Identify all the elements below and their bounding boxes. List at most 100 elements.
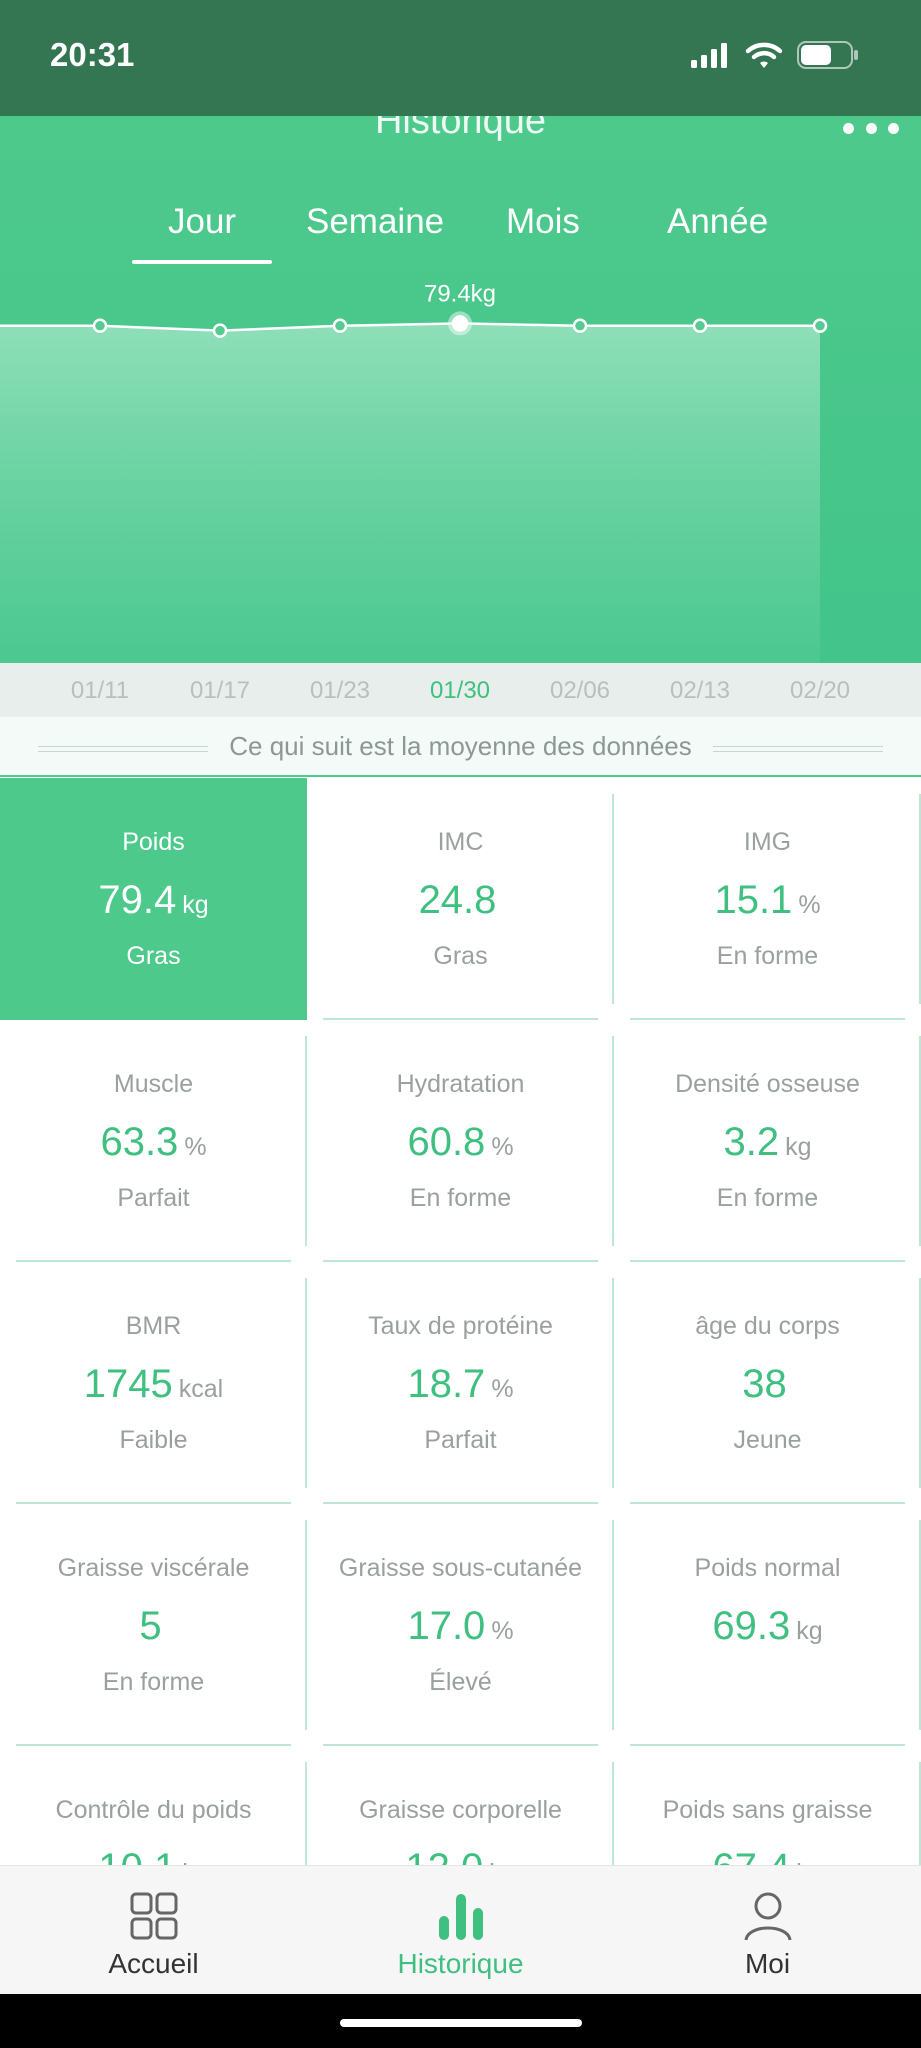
chart-x-tick[interactable]: 02/06 <box>530 677 630 705</box>
person-icon <box>744 1892 791 1941</box>
metric-value: 63.3 <box>100 1120 179 1164</box>
more-options-button[interactable] <box>843 116 899 140</box>
tabbar-item-history[interactable]: Historique <box>307 1866 614 1995</box>
metric-label: Densité osseuse <box>675 1070 860 1098</box>
chart-point[interactable] <box>812 318 828 334</box>
metrics-grid: Poids 79.4 kg Gras IMC 24.8 Gras IMG 15.1% En for… <box>0 778 921 1865</box>
metric-label: Graisse viscérale <box>57 1554 250 1582</box>
metric-value-row: 60.8% <box>307 1120 614 1165</box>
chart-point[interactable] <box>332 318 348 334</box>
metric-unit: kcal <box>178 1375 224 1403</box>
metric-card[interactable]: Graisse corporelle 12.0kg <box>307 1746 614 1865</box>
battery-icon <box>797 41 858 69</box>
metric-status: En forme <box>409 1184 512 1212</box>
tabbar-item-me[interactable]: Moi <box>614 1866 921 1995</box>
metric-card[interactable]: âge du corps 38 Jeune <box>614 1262 921 1504</box>
chart-x-tick[interactable]: 01/23 <box>290 677 390 705</box>
bar-chart-icon <box>438 1894 483 1940</box>
chart-x-tick[interactable]: 02/13 <box>650 677 750 705</box>
metric-card[interactable]: Contrôle du poids 10.1kg <box>0 1746 307 1865</box>
status-bar: 20:31 <box>0 0 921 116</box>
grid-icon <box>130 1892 177 1940</box>
metric-status: Élevé <box>429 1668 492 1696</box>
chart-point[interactable] <box>451 315 469 332</box>
chart-x-tick[interactable]: 01/17 <box>170 677 270 705</box>
metric-card[interactable]: Graisse sous-cutanée 17.0% Élevé <box>307 1504 614 1746</box>
chart-point[interactable] <box>572 318 588 334</box>
metric-value: 3.2 <box>723 1120 780 1164</box>
metric-value-row: 3.2 kg <box>614 1120 921 1165</box>
metric-value-row: 5 <box>0 1604 307 1649</box>
metric-value-row: 69.3 kg <box>614 1604 921 1649</box>
metric-card[interactable]: Muscle 63.3% Parfait <box>0 1020 307 1262</box>
metric-label: IMG <box>743 828 792 856</box>
chart-x-tick[interactable]: 01/11 <box>50 677 150 705</box>
home-indicator-area <box>0 1994 921 2048</box>
home-indicator <box>340 2019 582 2027</box>
metric-card[interactable]: Poids 79.4 kg Gras <box>0 778 307 1020</box>
metric-value: 1745 <box>83 1362 173 1406</box>
tab-week[interactable]: Semaine <box>306 202 444 242</box>
metric-value: 79.4 <box>98 878 177 922</box>
metric-label: IMC <box>437 828 484 856</box>
metric-value-row: 18.7% <box>307 1362 614 1407</box>
metric-status: Faible <box>119 1426 188 1454</box>
metric-value: 10.1 <box>98 1846 176 1865</box>
metric-unit: kg <box>182 891 209 919</box>
metric-label: Graisse corporelle <box>359 1796 562 1824</box>
chart-x-axis: 01/11 01/17 01/23 01/30 02/06 02/13 02/20 <box>0 663 921 717</box>
chart-point[interactable] <box>212 323 228 338</box>
cellular-signal-icon <box>691 43 727 68</box>
tab-day[interactable]: Jour <box>131 202 273 264</box>
tab-month[interactable]: Mois <box>506 202 580 242</box>
metric-value: 69.3 <box>712 1604 791 1648</box>
metric-card[interactable]: Poids sans graisse 67.4kg <box>614 1746 921 1865</box>
tabbar-label-me: Moi <box>744 1948 791 1979</box>
metric-unit: % <box>184 1133 207 1161</box>
metric-value-row: 24.8 <box>307 878 614 923</box>
metric-card[interactable]: Hydratation 60.8% En forme <box>307 1020 614 1262</box>
wifi-icon <box>745 42 783 68</box>
metric-value: 67.4 <box>712 1846 790 1865</box>
more-dot-icon <box>843 122 854 134</box>
metric-card[interactable]: Poids normal 69.3 kg <box>614 1504 921 1746</box>
chart-selected-value-label: 79.4kg <box>424 280 496 307</box>
more-dot-icon <box>888 122 899 134</box>
metric-status: Parfait <box>424 1426 497 1454</box>
metric-label: Poids sans graisse <box>662 1796 873 1824</box>
metric-value-row: 38 <box>614 1362 921 1407</box>
metric-value-row: 17.0% <box>307 1604 614 1649</box>
metric-label: Muscle <box>113 1070 194 1098</box>
metric-card[interactable]: IMG 15.1% En forme <box>614 778 921 1020</box>
metric-card[interactable]: IMC 24.8 Gras <box>307 778 614 1020</box>
metric-unit: kg <box>785 1133 812 1161</box>
chart-point[interactable] <box>92 318 108 334</box>
tab-year[interactable]: Année <box>667 202 768 242</box>
chart-point[interactable] <box>692 318 708 334</box>
metric-status: En forme <box>716 1184 819 1212</box>
metric-value-row: 63.3% <box>0 1120 307 1165</box>
metric-unit: kg <box>796 1617 823 1645</box>
weight-chart[interactable]: 79.4kg <box>0 263 921 663</box>
chart-area <box>0 323 820 663</box>
history-header: Historique Jour Semaine Mois Année 79.4k… <box>0 116 921 663</box>
metric-card[interactable]: Densité osseuse 3.2 kg En forme <box>614 1020 921 1262</box>
metric-value: 17.0 <box>407 1604 486 1648</box>
metric-value-row: 15.1% <box>614 878 921 923</box>
metric-label: Taux de protéine <box>368 1312 553 1340</box>
metric-value: 15.1 <box>714 878 793 922</box>
metric-card[interactable]: BMR 1745 kcal Faible <box>0 1262 307 1504</box>
chart-x-tick[interactable]: 01/30 <box>410 677 510 705</box>
tabbar-item-home[interactable]: Accueil <box>0 1866 307 1995</box>
chart-x-tick[interactable]: 02/20 <box>770 677 870 705</box>
metric-card[interactable]: Graisse viscérale 5 En forme <box>0 1504 307 1746</box>
metric-value-row: 79.4 kg <box>0 878 307 923</box>
metric-label: Poids normal <box>694 1554 841 1582</box>
metric-value: 38 <box>742 1362 787 1406</box>
metric-card[interactable]: Taux de protéine 18.7% Parfait <box>307 1262 614 1504</box>
weight-chart-svg: 79.4kg <box>0 280 828 663</box>
metric-status: Gras <box>126 942 181 970</box>
metric-label: âge du corps <box>695 1312 840 1340</box>
metric-value-row: 12.0kg <box>307 1846 614 1865</box>
metric-label: Poids <box>122 828 185 856</box>
